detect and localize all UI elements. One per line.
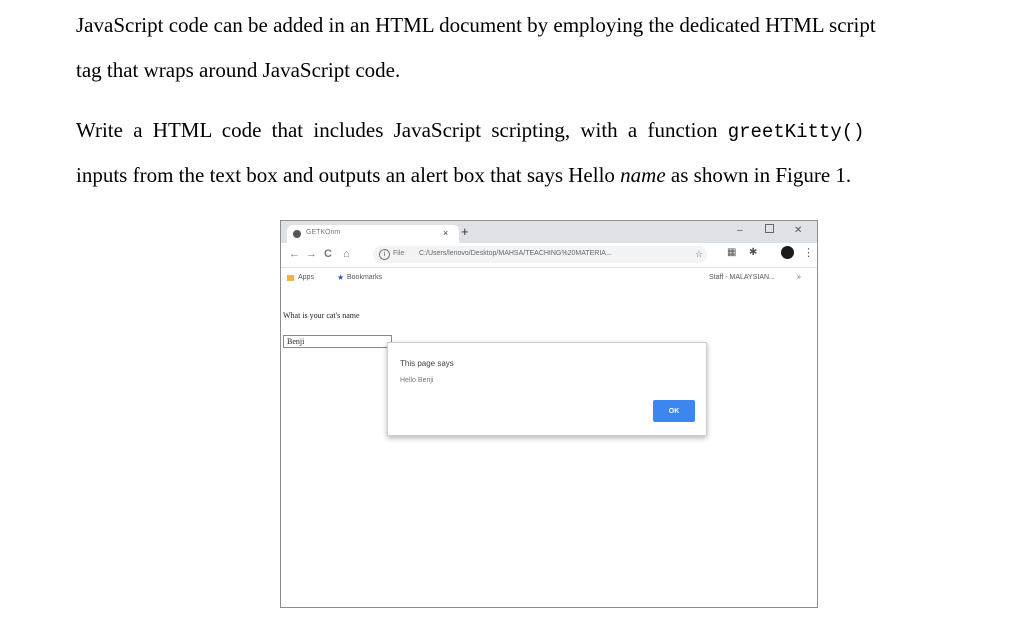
profile-avatar[interactable] (781, 246, 794, 259)
cat-name-label: What is your cat's name (283, 311, 360, 320)
url-text: C:/Users/lenovo/Desktop/MAHSA/TEACHING%2… (419, 250, 612, 257)
alert-title: This page says (400, 359, 454, 368)
tab-favicon-icon (293, 230, 301, 238)
paragraph-2-line-2-after: as shown in Figure 1. (670, 163, 852, 187)
bookmark-apps[interactable]: Apps (298, 274, 314, 281)
tab-strip: GETKOnm × + – ✕ (281, 221, 817, 243)
name-italic: name (620, 163, 666, 187)
window-close-button[interactable]: ✕ (794, 225, 802, 236)
bookmarks-bar: Apps ★ Bookmarks Staff - MALAYSIAN... » (281, 268, 817, 288)
browser-tab[interactable]: GETKOnm × (287, 225, 459, 243)
paragraph-2-line-1: Write a HTML code that includes JavaScri… (76, 119, 865, 144)
paragraph-1-line-2: tag that wraps around JavaScript code. (76, 58, 401, 82)
function-name-code: greetKitty() (727, 121, 865, 143)
forward-button[interactable]: → (306, 248, 317, 260)
paragraph-2-line-2: inputs from the text box and outputs an … (76, 164, 851, 187)
browser-toolbar: ← → C ⌂ i File C:/Users/lenovo/Desktop/M… (281, 243, 817, 268)
home-button[interactable]: ⌂ (343, 248, 350, 260)
alert-message: Hello Benji (400, 377, 434, 384)
info-icon[interactable]: i (379, 249, 390, 260)
url-scheme: File (393, 250, 405, 257)
bookmark-staff[interactable]: Staff - MALAYSIAN... (709, 274, 775, 281)
minimize-button[interactable]: – (737, 225, 743, 236)
maximize-button[interactable] (765, 224, 774, 233)
menu-dots-icon[interactable]: ⋮ (803, 246, 814, 259)
tab-title: GETKOnm (306, 229, 341, 236)
address-bar[interactable]: i File C:/Users/lenovo/Desktop/MAHSA/TEA… (373, 246, 707, 263)
bookmark-star-icon: ★ (337, 273, 345, 282)
new-tab-button[interactable]: + (461, 225, 469, 238)
tab-close-icon[interactable]: × (443, 228, 448, 238)
reload-button[interactable]: C (324, 248, 332, 260)
paragraph-1-line-1: JavaScript code can be added in an HTML … (76, 13, 876, 37)
puzzle-icon[interactable]: ✱ (749, 247, 757, 258)
extension-icon[interactable]: ▦ (727, 247, 736, 258)
paragraph-2-line-2-before: inputs from the text box and outputs an … (76, 163, 615, 187)
apps-icon (287, 275, 294, 281)
back-button[interactable]: ← (289, 248, 300, 260)
star-icon[interactable]: ☆ (695, 249, 703, 260)
ok-button[interactable]: OK (653, 400, 695, 422)
paragraph-2-text: Write a HTML code that includes JavaScri… (76, 118, 718, 142)
cat-name-input[interactable] (283, 335, 392, 348)
bookmark-bookmarks[interactable]: Bookmarks (347, 274, 382, 281)
alert-dialog: This page says Hello Benji OK (387, 342, 707, 436)
browser-screenshot-figure: GETKOnm × + – ✕ ← → C ⌂ i File C:/Users/… (280, 220, 818, 608)
page-content: What is your cat's name This page says H… (281, 289, 817, 607)
bookmarks-overflow-icon[interactable]: » (797, 274, 801, 281)
